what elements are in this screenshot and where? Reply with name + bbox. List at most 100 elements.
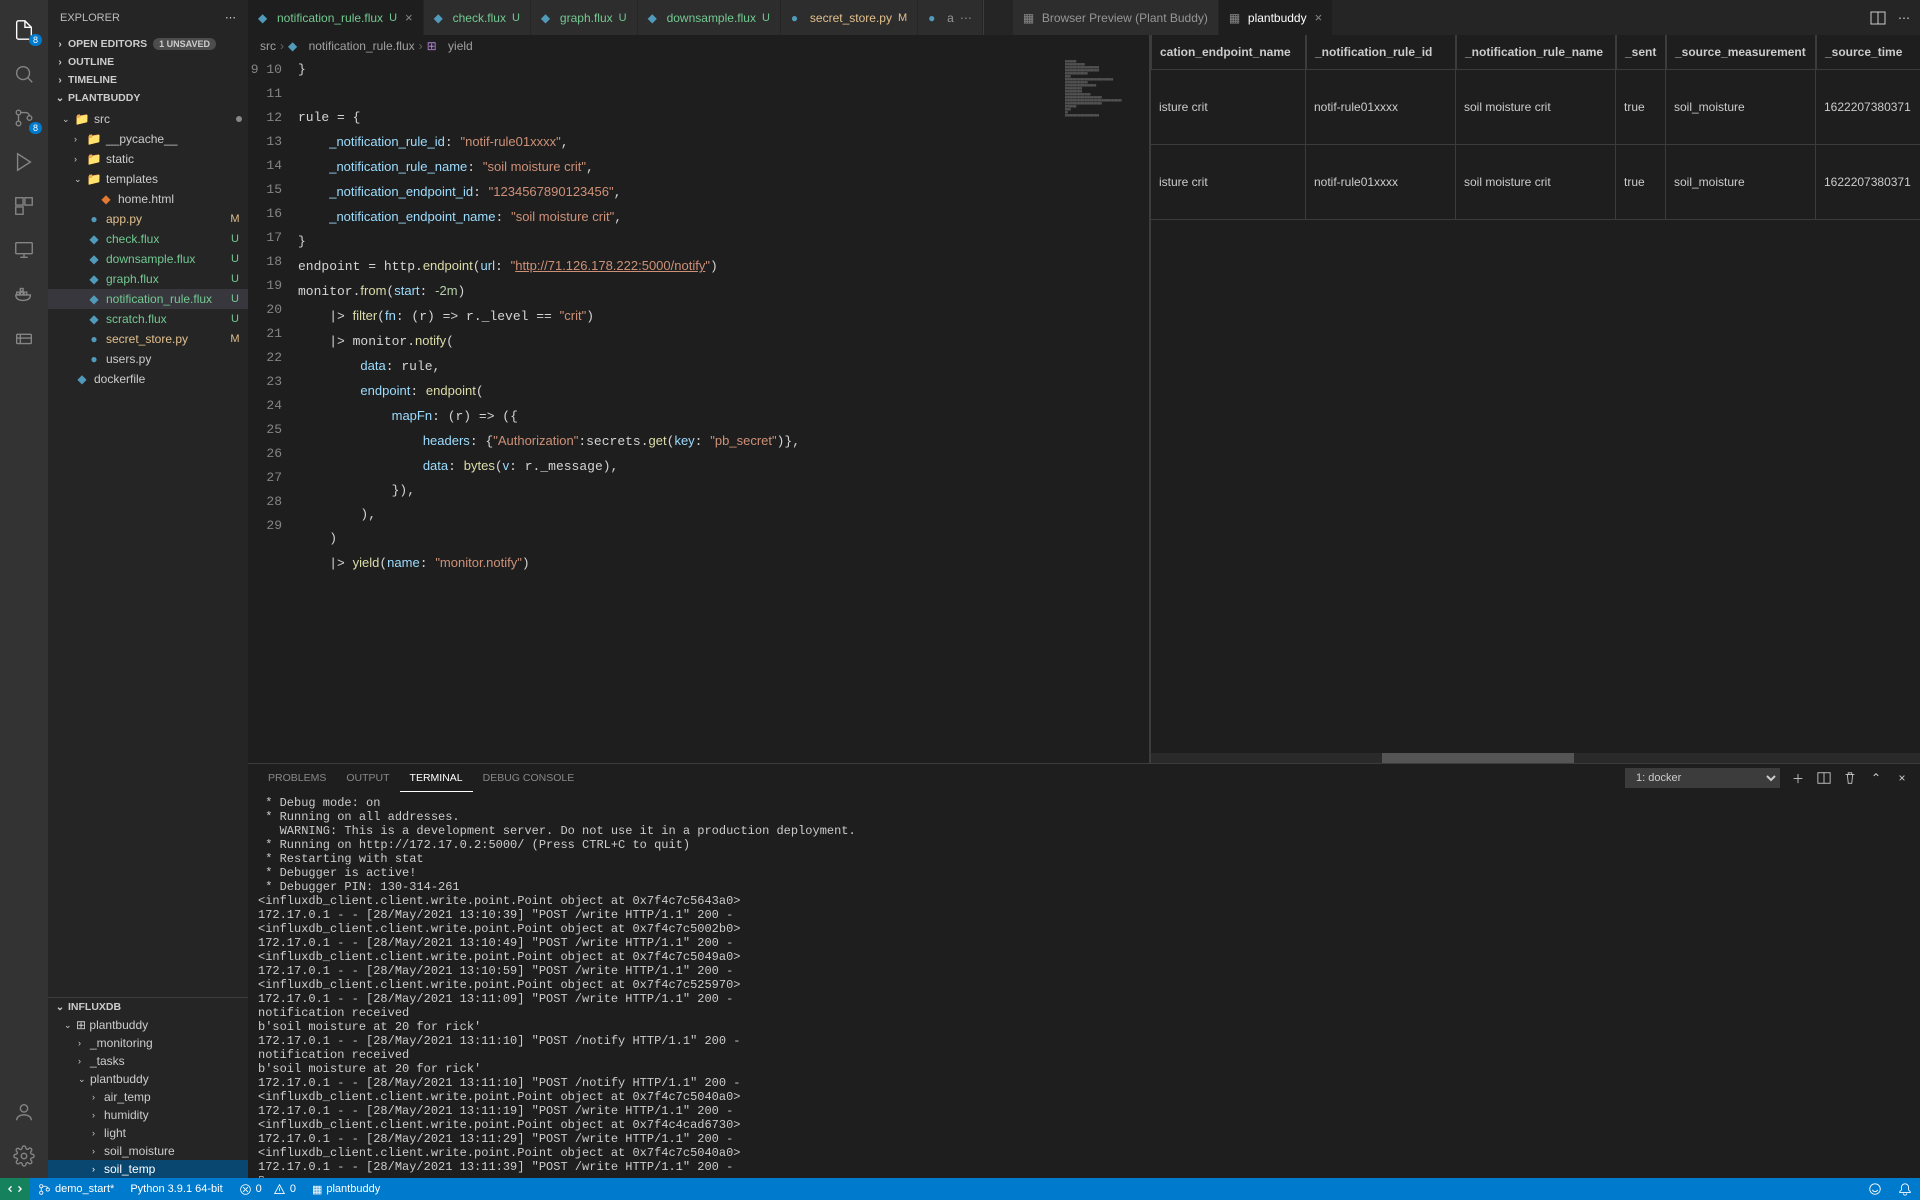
search-icon[interactable] xyxy=(10,60,38,88)
html-icon: ◆ xyxy=(98,191,114,207)
python-icon: ● xyxy=(791,11,805,25)
explorer-icon[interactable]: 8 xyxy=(10,16,38,44)
code-content[interactable]: } rule = { _notification_rule_id: "notif… xyxy=(298,57,1061,763)
org-icon: ⊞ xyxy=(76,1018,86,1032)
browser-icon: ▦ xyxy=(1023,11,1037,25)
sidebar-title: EXPLORER xyxy=(60,12,120,24)
flux-icon: ◆ xyxy=(86,251,102,267)
docker-icon[interactable] xyxy=(10,280,38,308)
file-graph-flux[interactable]: ◆graph.fluxU xyxy=(48,269,248,289)
tab-notification-rule[interactable]: ◆notification_rule.fluxU× xyxy=(248,0,424,35)
flux-icon: ◆ xyxy=(86,231,102,247)
file-notification-rule-flux[interactable]: ◆notification_rule.fluxU xyxy=(48,289,248,309)
tab-browser-preview[interactable]: ▦Browser Preview (Plant Buddy) xyxy=(1013,0,1219,35)
project-section[interactable]: ⌄PLANTBUDDY xyxy=(48,89,248,107)
file-home-html[interactable]: ◆home.html xyxy=(48,189,248,209)
file-tree: ⌄📁src ›📁__pycache__ ›📁static ⌄📁templates… xyxy=(48,107,248,997)
new-terminal-icon[interactable]: ＋ xyxy=(1790,770,1806,786)
terminal-select[interactable]: 1: docker xyxy=(1625,768,1780,788)
folder-templates[interactable]: ⌄📁templates xyxy=(48,169,248,189)
code-editor[interactable]: 9 10 11 12 13 14 15 16 17 18 19 20 21 22… xyxy=(248,57,1149,763)
file-secret-store-py[interactable]: ●secret_store.pyM xyxy=(48,329,248,349)
status-notifications-icon[interactable] xyxy=(1890,1182,1920,1196)
explorer-badge: 8 xyxy=(29,34,42,46)
tab-secret-store[interactable]: ●secret_store.pyM xyxy=(781,0,918,35)
flux-icon: ◆ xyxy=(258,11,272,25)
run-debug-icon[interactable] xyxy=(10,148,38,176)
status-branch[interactable]: demo_start* xyxy=(30,1183,122,1196)
kill-terminal-icon[interactable] xyxy=(1842,770,1858,786)
influx-bucket-monitoring[interactable]: ›_monitoring xyxy=(48,1034,248,1052)
open-editors-section[interactable]: ›OPEN EDITORS 1 UNSAVED xyxy=(48,35,248,53)
flux-icon: ◆ xyxy=(86,291,102,307)
influx-measure-light[interactable]: ›light xyxy=(48,1124,248,1142)
flux-icon: ◆ xyxy=(86,271,102,287)
folder-pycache[interactable]: ›📁__pycache__ xyxy=(48,129,248,149)
tab-plantbuddy[interactable]: ▦plantbuddy× xyxy=(1219,0,1333,35)
close-panel-icon[interactable]: × xyxy=(1894,770,1910,786)
influxdb-section[interactable]: ⌄INFLUXDB xyxy=(48,998,248,1016)
panel-tab-terminal[interactable]: TERMINAL xyxy=(400,764,473,792)
folder-static[interactable]: ›📁static xyxy=(48,149,248,169)
extensions-icon[interactable] xyxy=(10,192,38,220)
preview-table: cation_endpoint_name_notification_rule_i… xyxy=(1151,35,1920,220)
split-terminal-icon[interactable] xyxy=(1816,770,1832,786)
tab-a[interactable]: ●a⋯ xyxy=(918,0,983,35)
remote-explorer-icon[interactable] xyxy=(10,236,38,264)
file-scratch-flux[interactable]: ◆scratch.fluxU xyxy=(48,309,248,329)
influx-measure-soil-temp[interactable]: ›soil_temp xyxy=(48,1160,248,1178)
influx-measure-humidity[interactable]: ›humidity xyxy=(48,1106,248,1124)
breadcrumb[interactable]: src› ◆ notification_rule.flux› ⊞ yield xyxy=(248,35,1149,57)
status-feedback-icon[interactable] xyxy=(1860,1182,1890,1196)
symbol-icon: ⊞ xyxy=(427,39,437,53)
file-downsample-flux[interactable]: ◆downsample.fluxU xyxy=(48,249,248,269)
more-actions-icon[interactable]: ⋯ xyxy=(1898,11,1910,25)
file-app-py[interactable]: ●app.pyM xyxy=(48,209,248,229)
file-dockerfile[interactable]: ◆dockerfile xyxy=(48,369,248,389)
file-icon: ◆ xyxy=(288,39,297,53)
outline-section[interactable]: ›OUTLINE xyxy=(48,53,248,71)
influx-measure-air-temp[interactable]: ›air_temp xyxy=(48,1088,248,1106)
timeline-section[interactable]: ›TIMELINE xyxy=(48,71,248,89)
settings-gear-icon[interactable] xyxy=(10,1142,38,1170)
close-icon[interactable]: × xyxy=(1315,10,1323,25)
maximize-panel-icon[interactable]: ⌃ xyxy=(1868,770,1884,786)
source-control-icon[interactable]: 8 xyxy=(10,104,38,132)
explorer-sidebar: EXPLORER ⋯ ›OPEN EDITORS 1 UNSAVED ›OUTL… xyxy=(48,0,248,1178)
bottom-panel: PROBLEMS OUTPUT TERMINAL DEBUG CONSOLE 1… xyxy=(248,763,1920,1178)
panel-tab-output[interactable]: OUTPUT xyxy=(336,764,399,792)
file-icon: ● xyxy=(928,11,942,25)
influx-measure-soil-moisture[interactable]: ›soil_moisture xyxy=(48,1142,248,1160)
tab-graph[interactable]: ◆graph.fluxU xyxy=(531,0,638,35)
sidebar-more-icon[interactable]: ⋯ xyxy=(225,11,236,24)
folder-icon: 📁 xyxy=(86,171,102,187)
split-editor-icon[interactable] xyxy=(1870,10,1886,26)
unsaved-badge: 1 UNSAVED xyxy=(153,38,216,50)
more-tabs-icon[interactable]: ⋯ xyxy=(960,11,972,25)
minimap[interactable]: ████████████████████████████████████████… xyxy=(1061,57,1149,763)
panel-tab-debug[interactable]: DEBUG CONSOLE xyxy=(473,764,585,792)
status-bar: demo_start* Python 3.9.1 64-bit 0 0 ▦ pl… xyxy=(0,1178,1920,1200)
influx-bucket-tasks[interactable]: ›_tasks xyxy=(48,1052,248,1070)
status-python[interactable]: Python 3.9.1 64-bit xyxy=(122,1183,230,1195)
file-users-py[interactable]: ●users.py xyxy=(48,349,248,369)
status-plantbuddy[interactable]: ▦ plantbuddy xyxy=(304,1183,388,1196)
folder-src[interactable]: ⌄📁src xyxy=(48,109,248,129)
flux-icon: ◆ xyxy=(434,11,448,25)
close-icon[interactable]: × xyxy=(405,10,413,25)
tab-check[interactable]: ◆check.fluxU xyxy=(424,0,531,35)
python-icon: ● xyxy=(86,211,102,227)
terminal-output[interactable]: * Debug mode: on * Running on all addres… xyxy=(248,792,1920,1178)
horizontal-scrollbar[interactable] xyxy=(1151,753,1920,763)
account-icon[interactable] xyxy=(10,1098,38,1126)
influx-bucket-plantbuddy[interactable]: ⌄plantbuddy xyxy=(48,1070,248,1088)
tab-downsample[interactable]: ◆downsample.fluxU xyxy=(638,0,781,35)
influxdb-icon[interactable] xyxy=(10,324,38,352)
influx-org[interactable]: ⌄⊞ plantbuddy xyxy=(48,1016,248,1034)
dirty-dot-icon xyxy=(236,116,242,122)
file-check-flux[interactable]: ◆check.fluxU xyxy=(48,229,248,249)
status-problems[interactable]: 0 0 xyxy=(231,1183,304,1196)
folder-icon: 📁 xyxy=(86,131,102,147)
remote-indicator[interactable] xyxy=(0,1178,30,1200)
panel-tab-problems[interactable]: PROBLEMS xyxy=(258,764,336,792)
